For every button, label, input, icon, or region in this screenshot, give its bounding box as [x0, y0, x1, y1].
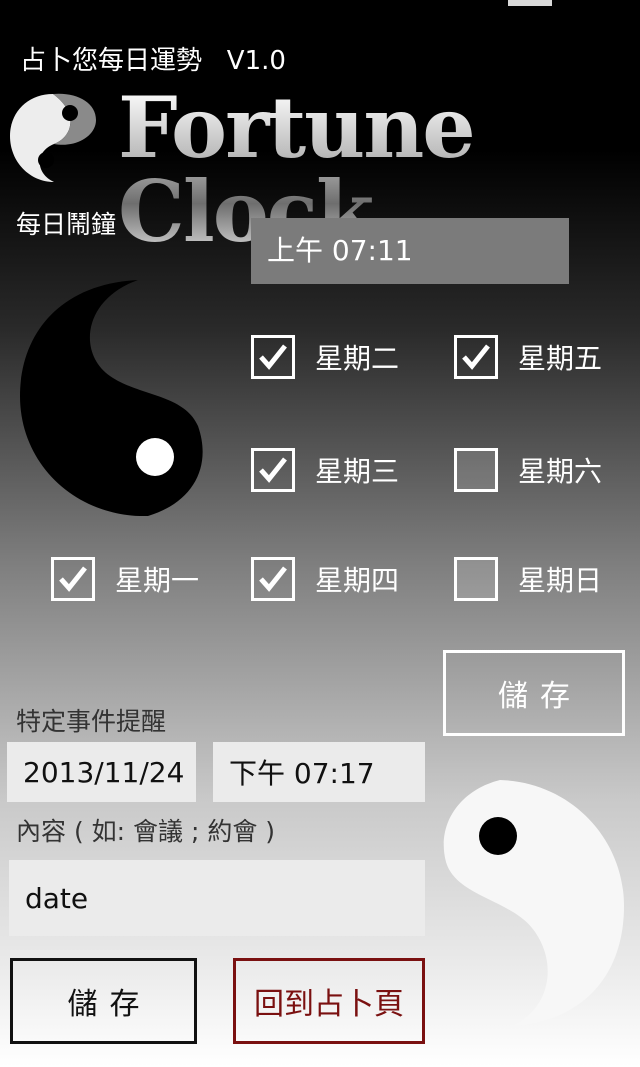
yin-yang-white-decoration-icon — [440, 778, 626, 1032]
alarm-time-picker[interactable]: 上午 07:11 — [251, 218, 569, 284]
checkbox-box[interactable] — [251, 335, 295, 379]
checkbox-label: 星期三 — [315, 455, 400, 488]
checkbox-box[interactable] — [454, 335, 498, 379]
checkbox-label: 星期四 — [315, 564, 400, 597]
checkbox-box[interactable] — [51, 557, 95, 601]
content-label: 內容 ( 如: 會議 ; 約會 ) — [16, 817, 276, 846]
checkbox-label: 星期六 — [518, 455, 603, 488]
checkbox-box[interactable] — [454, 557, 498, 601]
yin-yang-decoration-icon — [18, 276, 208, 525]
checkbox-friday[interactable]: 星期五 — [454, 335, 602, 379]
check-icon — [259, 457, 287, 483]
status-bar-indicator — [508, 0, 552, 6]
checkbox-saturday[interactable]: 星期六 — [454, 448, 602, 492]
checkbox-wednesday[interactable]: 星期三 — [251, 448, 399, 492]
event-reminder-label: 特定事件提醒 — [16, 707, 167, 736]
app-title: 占卜您每日運勢 V1.0 — [20, 46, 286, 76]
checkbox-label: 星期一 — [115, 564, 200, 597]
check-icon — [259, 566, 287, 592]
checkbox-label: 星期五 — [518, 342, 603, 375]
checkbox-box[interactable] — [454, 448, 498, 492]
checkbox-box[interactable] — [251, 557, 295, 601]
event-date-picker[interactable]: 2013/11/24 — [7, 742, 196, 802]
checkbox-monday[interactable]: 星期一 — [51, 557, 199, 601]
back-to-fortune-button[interactable]: 回到占卜頁 — [233, 958, 425, 1044]
event-save-button[interactable]: 儲存 — [10, 958, 197, 1044]
checkbox-thursday[interactable]: 星期四 — [251, 557, 399, 601]
content-input[interactable]: date — [9, 860, 425, 936]
checkbox-sunday[interactable]: 星期日 — [454, 557, 602, 601]
checkbox-label: 星期二 — [315, 342, 400, 375]
yin-yang-logo-icon — [8, 90, 98, 190]
daily-alarm-label: 每日鬧鐘 — [16, 210, 117, 239]
check-icon — [59, 566, 87, 592]
checkbox-box[interactable] — [251, 448, 295, 492]
check-icon — [462, 344, 490, 370]
check-icon — [259, 344, 287, 370]
event-time-picker[interactable]: 下午 07:17 — [213, 742, 425, 802]
alarm-save-button[interactable]: 儲存 — [443, 650, 625, 736]
checkbox-label: 星期日 — [518, 564, 603, 597]
checkbox-tuesday[interactable]: 星期二 — [251, 335, 399, 379]
